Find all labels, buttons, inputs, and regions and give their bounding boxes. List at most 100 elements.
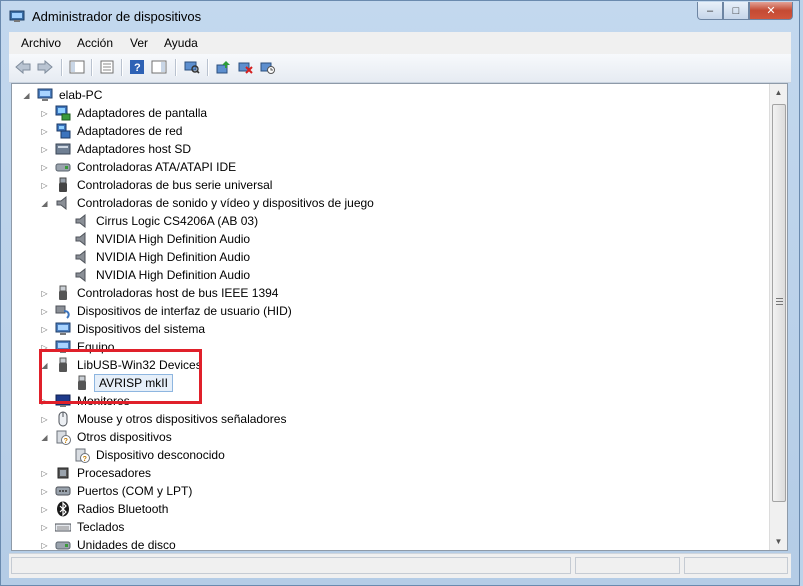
unknown-device-icon: ? — [55, 429, 71, 445]
scroll-down-arrow-icon[interactable]: ▼ — [770, 533, 787, 550]
vertical-scrollbar[interactable]: ▲ ▼ — [769, 84, 787, 550]
tree-item-dispositivos-del-sistema[interactable]: ▷ Dispositivos del sistema — [40, 320, 207, 338]
maximize-button[interactable]: □ — [723, 2, 749, 20]
tree-child-nvidia-high-definition-audio[interactable]: NVIDIA High Definition Audio — [59, 248, 252, 266]
expand-arrow-icon[interactable]: ▷ — [40, 307, 49, 316]
tree-item-controladoras-de-sonido-y-video-y-dispositivos-de-juego[interactable]: ◢ Controladoras de sonido y vídeo y dispo… — [40, 194, 376, 212]
collapse-arrow-icon[interactable]: ◢ — [40, 433, 49, 442]
expand-arrow-icon[interactable]: ▷ — [40, 505, 49, 514]
tree-item-teclados[interactable]: ▷ Teclados — [40, 518, 126, 536]
tree-item-unidades-de-disco[interactable]: ▷ Unidades de disco — [40, 536, 178, 550]
minimize-button[interactable]: – — [697, 2, 723, 20]
tree-item-adaptadores-de-pantalla[interactable]: ▷ Adaptadores de pantalla — [40, 104, 209, 122]
tree-item-label: Dispositivos de interfaz de usuario (HID… — [77, 304, 292, 318]
uninstall-device-icon[interactable] — [257, 58, 277, 76]
tree-child-nvidia-high-definition-audio[interactable]: NVIDIA High Definition Audio — [59, 266, 252, 284]
expand-arrow-icon[interactable]: ▷ — [40, 181, 49, 190]
tree-child-cirrus-logic-cs4206a-ab-03[interactable]: Cirrus Logic CS4206A (AB 03) — [59, 212, 260, 230]
speaker-icon — [55, 195, 71, 211]
tree-item-controladoras-host-de-bus-ieee-1394[interactable]: ▷ Controladoras host de bus IEEE 1394 — [40, 284, 280, 302]
close-button[interactable]: ✕ — [749, 2, 793, 20]
scan-hardware-icon[interactable] — [182, 58, 202, 76]
title-bar[interactable]: Administrador de dispositivos – □ ✕ — [1, 1, 799, 31]
collapse-arrow-icon[interactable]: ◢ — [40, 199, 49, 208]
forward-icon[interactable] — [35, 58, 55, 76]
expand-arrow-icon[interactable]: ▷ — [40, 325, 49, 334]
tree-item-mouse-y-otros-dispositivos-senaladores[interactable]: ▷ Mouse y otros dispositivos señaladores — [40, 410, 288, 428]
console-tree-icon[interactable] — [67, 58, 87, 76]
tree-item-procesadores[interactable]: ▷ Procesadores — [40, 464, 153, 482]
bluetooth-icon — [55, 501, 71, 517]
keyboard-icon — [55, 519, 71, 535]
speaker-icon — [74, 231, 90, 247]
device-tree-pane[interactable]: ◢ elab-PC ▷ Adaptadores de pantalla ▷ Adaptad… — [11, 83, 788, 551]
expand-arrow-icon[interactable]: ▷ — [40, 289, 49, 298]
menu-archivo[interactable]: Archivo — [21, 36, 61, 50]
tree-item-label: NVIDIA High Definition Audio — [96, 268, 251, 282]
toolbar: ? — [9, 54, 791, 83]
speaker-icon — [74, 249, 90, 265]
action-pane-icon[interactable] — [149, 58, 169, 76]
tree-item-label: NVIDIA High Definition Audio — [96, 250, 251, 264]
computer-icon — [37, 87, 53, 103]
tree-item-label: Adaptadores de pantalla — [77, 106, 208, 120]
expand-arrow-icon[interactable]: ▷ — [40, 415, 49, 424]
speaker-icon — [74, 267, 90, 283]
help-icon[interactable]: ? — [127, 58, 147, 76]
tree-child-nvidia-high-definition-audio[interactable]: NVIDIA High Definition Audio — [59, 230, 252, 248]
menu-ver[interactable]: Ver — [130, 36, 148, 50]
expand-arrow-icon[interactable]: ▷ — [40, 145, 49, 154]
expand-arrow-icon[interactable]: ▷ — [40, 127, 49, 136]
collapse-arrow-icon[interactable]: ◢ — [22, 91, 31, 100]
svg-text:?: ? — [64, 438, 68, 445]
svg-text:?: ? — [134, 62, 141, 74]
tree-item-adaptadores-de-red[interactable]: ▷ Adaptadores de red — [40, 122, 184, 140]
expand-arrow-icon[interactable]: ▷ — [40, 163, 49, 172]
tree-item-controladoras-ata-atapi-ide[interactable]: ▷ Controladoras ATA/ATAPI IDE — [40, 158, 238, 176]
tree-item-label: Controladoras ATA/ATAPI IDE — [77, 160, 237, 174]
back-icon[interactable] — [13, 58, 33, 76]
ide-controller-icon — [55, 159, 71, 175]
ieee1394-icon — [55, 285, 71, 301]
tree-item-label: Controladoras host de bus IEEE 1394 — [77, 286, 279, 300]
status-bar — [9, 553, 791, 578]
svg-text:?: ? — [83, 456, 87, 463]
expand-arrow-icon[interactable]: ▷ — [40, 469, 49, 478]
menu-ayuda[interactable]: Ayuda — [164, 36, 198, 50]
tree-child-dispositivo-desconocido[interactable]: ? Dispositivo desconocido — [59, 446, 227, 464]
update-driver-icon[interactable] — [213, 58, 233, 76]
tree-item-radios-bluetooth[interactable]: ▷ Radios Bluetooth — [40, 500, 170, 518]
port-icon — [55, 483, 71, 499]
display-adapter-icon — [55, 105, 71, 121]
expand-arrow-icon[interactable]: ▷ — [40, 541, 49, 550]
properties-icon[interactable] — [97, 58, 117, 76]
tree-item-adaptadores-host-sd[interactable]: ▷ Adaptadores host SD — [40, 140, 193, 158]
tree-item-label: Puertos (COM y LPT) — [77, 484, 193, 498]
tree-root-elab-pc[interactable]: ◢ elab-PC — [22, 86, 104, 104]
disable-device-icon[interactable] — [235, 58, 255, 76]
tree-item-label: Teclados — [77, 520, 125, 534]
sd-host-icon — [55, 141, 71, 157]
status-pane-3 — [684, 557, 788, 574]
expand-arrow-icon[interactable]: ▷ — [40, 523, 49, 532]
tree-item-label: elab-PC — [59, 88, 103, 102]
tree-item-puertos-com-y-lpt[interactable]: ▷ Puertos (COM y LPT) — [40, 482, 194, 500]
expand-arrow-icon[interactable]: ▷ — [40, 109, 49, 118]
tree-item-label: Otros dispositivos — [77, 430, 172, 444]
tree-item-label: Dispositivo desconocido — [96, 448, 225, 462]
tree-item-controladoras-de-bus-serie-universal[interactable]: ▷ Controladoras de bus serie universal — [40, 176, 274, 194]
tree-item-label: Adaptadores host SD — [77, 142, 192, 156]
tree-item-otros-dispositivos[interactable]: ◢? Otros dispositivos — [40, 428, 174, 446]
scroll-up-arrow-icon[interactable]: ▲ — [770, 84, 787, 101]
menu-accion[interactable]: Acción — [77, 36, 113, 50]
tree-item-dispositivos-de-interfaz-de-usuario-hid[interactable]: ▷ Dispositivos de interfaz de usuario (HI… — [40, 302, 294, 320]
expand-arrow-icon[interactable]: ▷ — [40, 487, 49, 496]
scroll-thumb[interactable] — [772, 104, 786, 502]
tree-item-label: NVIDIA High Definition Audio — [96, 232, 251, 246]
speaker-icon — [74, 213, 90, 229]
